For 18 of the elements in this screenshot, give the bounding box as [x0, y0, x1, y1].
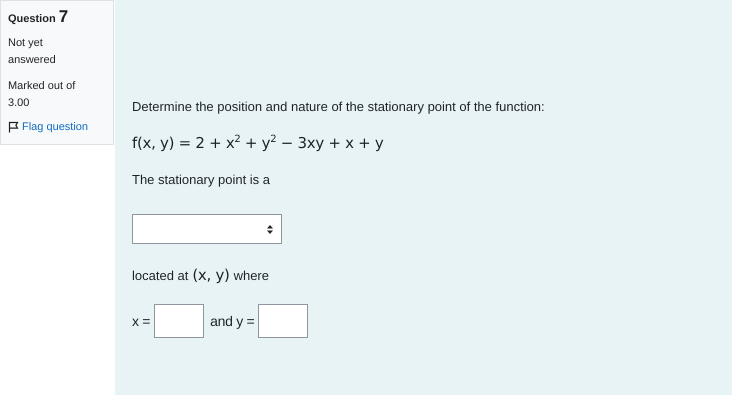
question-label: Question	[8, 13, 56, 25]
function-formula: f(x, y) = 2 + x$^{2}$ + y$^{2}$ − 3xy + x + y	[132, 134, 384, 152]
flag-question-link[interactable]: Flag question	[8, 121, 88, 133]
question-number: 7	[58, 7, 68, 26]
answer-field[interactable]	[258, 304, 308, 338]
answer-label: x =	[132, 313, 150, 329]
location-text-end: where	[234, 268, 269, 283]
location-text: located at	[132, 268, 188, 283]
sort-caret-icon	[267, 224, 273, 234]
question-text: Determine the position and nature of the stationary point of the function:	[132, 99, 546, 114]
answer-intro: The stationary point is a	[132, 172, 272, 187]
answer-label: and y =	[210, 313, 254, 329]
flag-icon	[8, 121, 20, 133]
answer-dropdown[interactable]	[132, 214, 282, 244]
status-text: Not yet answered	[8, 36, 57, 68]
point-notation: (x, y)	[192, 266, 230, 284]
marks-text: Marked out of 3.00	[8, 79, 76, 111]
answer-field[interactable]	[154, 304, 204, 338]
